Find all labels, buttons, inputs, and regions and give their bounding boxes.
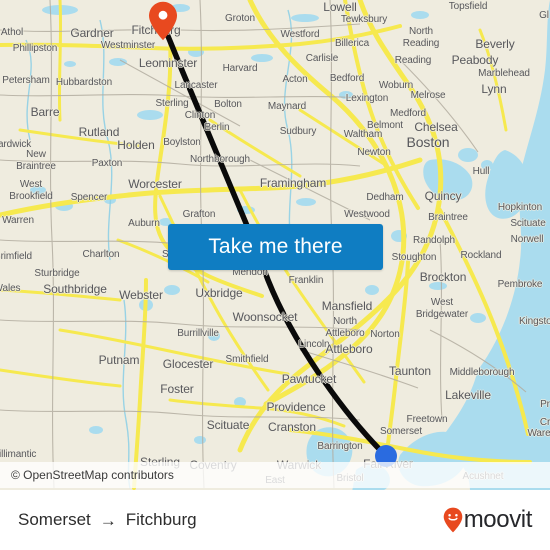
attribution-text: © OpenStreetMap contributors	[11, 468, 174, 482]
arrow-right-icon: →	[99, 510, 117, 530]
trip-destination-label: Fitchburg	[125, 510, 197, 529]
take-me-there-button[interactable]: Take me there	[168, 224, 383, 270]
footer-bar: Somerset → Fitchburg moovit	[0, 490, 550, 550]
trip-origin-label: Somerset	[18, 510, 91, 529]
moovit-logo[interactable]: moovit	[443, 506, 532, 534]
map-canvas[interactable]: Lowell Groton Tewksbury Topsfield Gl Athol Gar…	[0, 0, 550, 490]
moovit-pin-icon	[443, 507, 463, 533]
moovit-wordmark: moovit	[463, 506, 533, 533]
map-attribution: © OpenStreetMap contributors	[0, 462, 550, 488]
trip-summary: Somerset → Fitchburg	[18, 510, 197, 530]
moovit-trip-map-screen: Lowell Groton Tewksbury Topsfield Gl Athol Gar…	[0, 0, 550, 550]
